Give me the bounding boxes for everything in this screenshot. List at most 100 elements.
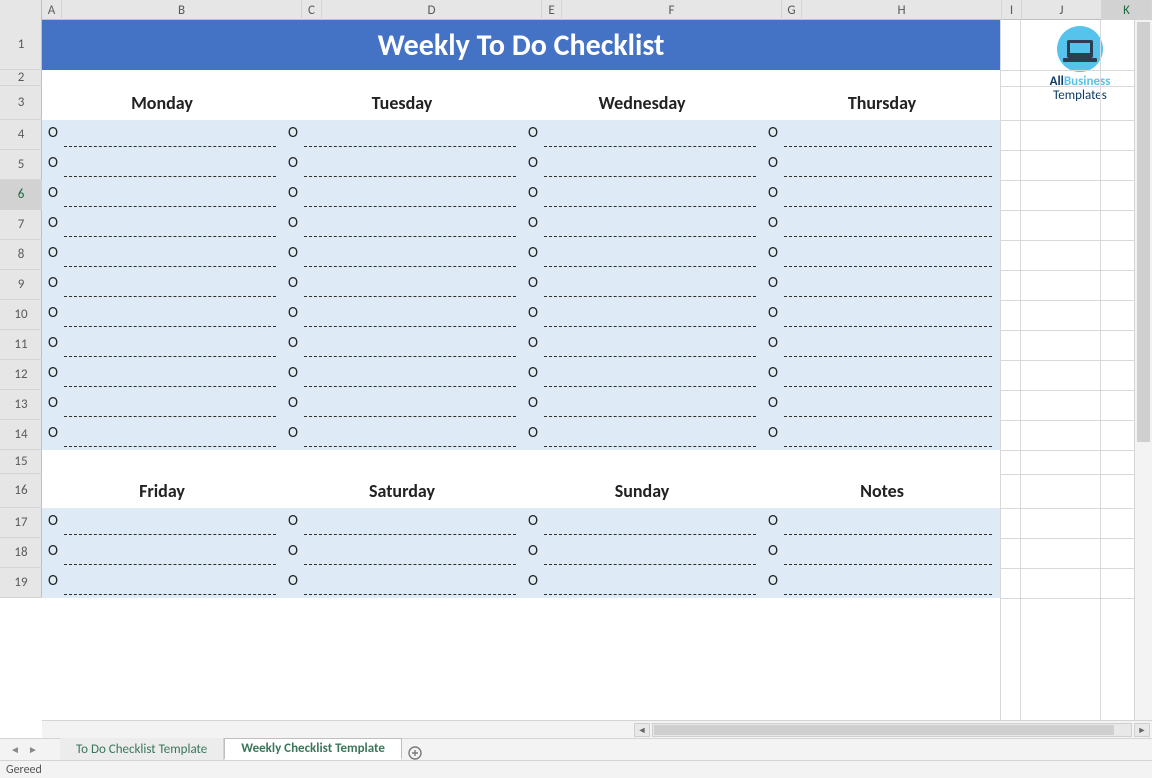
checklist-bullet: O <box>288 244 298 262</box>
checklist-cell[interactable]: O <box>762 420 1002 450</box>
select-all-corner[interactable] <box>0 0 42 20</box>
checklist-cell[interactable]: O <box>42 300 282 330</box>
checklist-cell[interactable]: O <box>762 568 1002 598</box>
checklist-cell[interactable]: O <box>762 300 1002 330</box>
column-header-G[interactable]: G <box>782 0 802 20</box>
row-header-2[interactable]: 2 <box>0 70 42 86</box>
checklist-cell[interactable]: O <box>522 180 762 210</box>
row-header-4[interactable]: 4 <box>0 120 42 150</box>
checklist-cell[interactable]: O <box>282 360 522 390</box>
row-header-19[interactable]: 19 <box>0 568 42 598</box>
checklist-cell[interactable]: O <box>282 390 522 420</box>
checklist-cell[interactable]: O <box>522 330 762 360</box>
checklist-cell[interactable]: O <box>762 240 1002 270</box>
tab-nav-prev-icon[interactable]: ► <box>26 742 40 756</box>
checklist-cell[interactable]: O <box>42 420 282 450</box>
checklist-cell[interactable]: O <box>522 508 762 538</box>
checklist-cell[interactable]: O <box>522 420 762 450</box>
checklist-cell[interactable]: O <box>42 240 282 270</box>
column-header-F[interactable]: F <box>562 0 782 20</box>
checklist-cell[interactable]: O <box>282 538 522 568</box>
checklist-cell[interactable]: O <box>522 210 762 240</box>
vertical-scroll-thumb[interactable] <box>1137 22 1150 442</box>
checklist-cell[interactable]: O <box>762 180 1002 210</box>
checklist-cell[interactable]: O <box>42 180 282 210</box>
row-header-11[interactable]: 11 <box>0 330 42 360</box>
checklist-cell[interactable]: O <box>42 390 282 420</box>
checklist-cell[interactable]: O <box>762 150 1002 180</box>
row-header-18[interactable]: 18 <box>0 538 42 568</box>
checklist-cell[interactable]: O <box>762 330 1002 360</box>
checklist-cell[interactable]: O <box>522 120 762 150</box>
row-header-14[interactable]: 14 <box>0 420 42 450</box>
tab-nav-first-icon[interactable]: ◄ <box>8 742 22 756</box>
checklist-cell[interactable]: O <box>42 538 282 568</box>
sheet-tab[interactable]: To Do Checklist Template <box>60 738 224 760</box>
checklist-cell[interactable]: O <box>522 538 762 568</box>
checklist-cell[interactable]: O <box>42 508 282 538</box>
scroll-right-button[interactable]: ► <box>1134 723 1150 737</box>
checklist-cell[interactable]: O <box>282 300 522 330</box>
checklist-cell[interactable]: O <box>522 390 762 420</box>
checklist-cell[interactable]: O <box>282 240 522 270</box>
checklist-cell[interactable]: O <box>522 270 762 300</box>
checklist-cell[interactable]: O <box>42 120 282 150</box>
checklist-cell[interactable]: O <box>282 210 522 240</box>
checklist-cell[interactable]: O <box>42 568 282 598</box>
column-header-A[interactable]: A <box>42 0 62 20</box>
column-header-I[interactable]: I <box>1002 0 1022 20</box>
row-header-17[interactable]: 17 <box>0 508 42 538</box>
column-header-J[interactable]: J <box>1022 0 1102 20</box>
checklist-cell[interactable]: O <box>282 330 522 360</box>
row-header-7[interactable]: 7 <box>0 210 42 240</box>
checklist-cell[interactable]: O <box>42 330 282 360</box>
checklist-cell[interactable]: O <box>762 508 1002 538</box>
checklist-cell[interactable]: O <box>42 210 282 240</box>
horizontal-scroll-thumb[interactable] <box>654 725 1114 735</box>
row-header-9[interactable]: 9 <box>0 270 42 300</box>
column-header-E[interactable]: E <box>542 0 562 20</box>
row-header-16[interactable]: 16 <box>0 474 42 508</box>
row-header-5[interactable]: 5 <box>0 150 42 180</box>
checklist-cell[interactable]: O <box>762 210 1002 240</box>
worksheet-area[interactable]: Weekly To Do Checklist AllBusiness Templ… <box>42 20 1152 720</box>
row-header-12[interactable]: 12 <box>0 360 42 390</box>
checklist-cell[interactable]: O <box>282 508 522 538</box>
checklist-cell[interactable]: O <box>522 360 762 390</box>
checklist-cell[interactable]: O <box>522 150 762 180</box>
checklist-cell[interactable]: O <box>522 300 762 330</box>
horizontal-scrollbar[interactable] <box>652 723 1132 737</box>
column-header-K[interactable]: K <box>1102 0 1152 20</box>
column-header-C[interactable]: C <box>302 0 322 20</box>
checklist-cell[interactable]: O <box>42 150 282 180</box>
row-header-13[interactable]: 13 <box>0 390 42 420</box>
checklist-cell[interactable]: O <box>762 390 1002 420</box>
checklist-cell[interactable]: O <box>282 180 522 210</box>
row-header-6[interactable]: 6 <box>0 180 42 210</box>
column-header-D[interactable]: D <box>322 0 542 20</box>
row-header-8[interactable]: 8 <box>0 240 42 270</box>
checklist-cell[interactable]: O <box>762 270 1002 300</box>
scroll-left-button[interactable]: ◄ <box>634 723 650 737</box>
vertical-scrollbar[interactable] <box>1134 20 1152 720</box>
checklist-cell[interactable]: O <box>282 568 522 598</box>
checklist-cell[interactable]: O <box>762 360 1002 390</box>
column-header-H[interactable]: H <box>802 0 1002 20</box>
checklist-cell[interactable]: O <box>762 120 1002 150</box>
row-header-1[interactable]: 1 <box>0 20 42 70</box>
checklist-cell[interactable]: O <box>282 420 522 450</box>
row-header-10[interactable]: 10 <box>0 300 42 330</box>
checklist-cell[interactable]: O <box>282 270 522 300</box>
column-header-B[interactable]: B <box>62 0 302 20</box>
checklist-cell[interactable]: O <box>522 568 762 598</box>
checklist-cell[interactable]: O <box>282 120 522 150</box>
add-sheet-button[interactable] <box>402 746 428 760</box>
sheet-tab[interactable]: Weekly Checklist Template <box>224 738 402 760</box>
row-header-3[interactable]: 3 <box>0 86 42 120</box>
checklist-cell[interactable]: O <box>42 360 282 390</box>
checklist-cell[interactable]: O <box>42 270 282 300</box>
checklist-cell[interactable]: O <box>522 240 762 270</box>
checklist-cell[interactable]: O <box>282 150 522 180</box>
checklist-cell[interactable]: O <box>762 538 1002 568</box>
row-header-15[interactable]: 15 <box>0 450 42 474</box>
